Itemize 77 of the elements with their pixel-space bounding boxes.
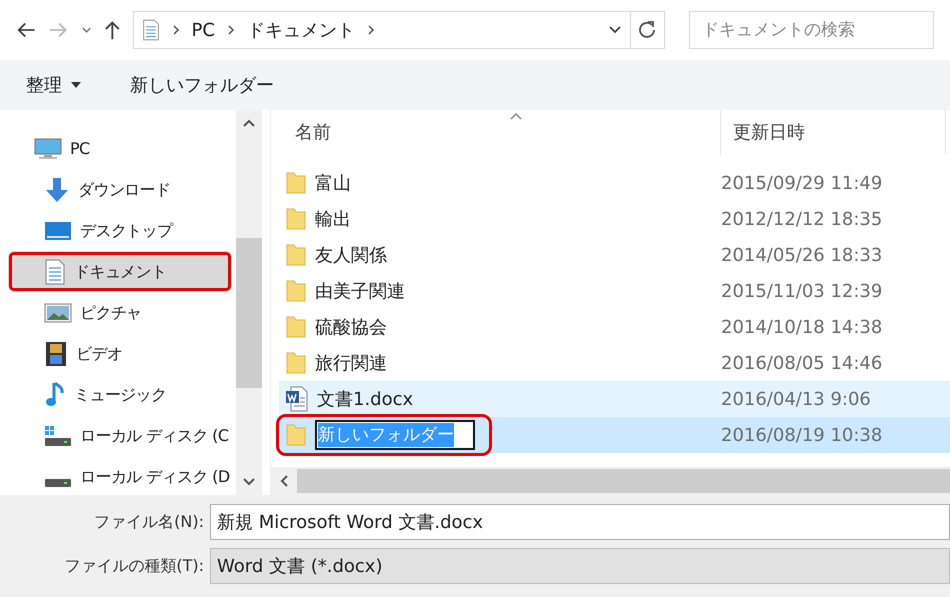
search-field[interactable]: ドキュメントの検索 bbox=[688, 11, 934, 49]
column-header[interactable]: 名前 bbox=[271, 110, 721, 155]
chevron-down-icon[interactable] bbox=[80, 26, 92, 34]
nav-item[interactable]: ドキュメント bbox=[8, 251, 232, 292]
new-folder-button[interactable]: 新しいフォルダー bbox=[130, 72, 274, 98]
chevron-right-icon[interactable] bbox=[226, 24, 235, 36]
landscape-icon bbox=[44, 302, 72, 324]
nav-item[interactable]: デスクトップ bbox=[0, 210, 236, 251]
file-row[interactable]: 友人関係 2014/05/26 18:33 bbox=[279, 237, 950, 273]
file-name-field[interactable]: 新規 Microsoft Word 文書.docx bbox=[210, 504, 950, 540]
drive-icon bbox=[44, 424, 72, 446]
word-document-icon bbox=[285, 386, 309, 412]
folder-icon bbox=[285, 423, 307, 447]
chevron-up-icon bbox=[242, 118, 256, 128]
file-type-dropdown[interactable]: Word 文書 (*.docx) bbox=[210, 548, 950, 584]
file-row[interactable]: 硫酸協会 2014/10/18 14:38 bbox=[279, 309, 950, 345]
folder-icon bbox=[285, 171, 307, 195]
modified-date: 2016/04/13 9:06 bbox=[721, 388, 871, 412]
file-name: 硫酸協会 bbox=[315, 316, 387, 340]
file-row[interactable]: 新しいフォルダー 2016/08/19 10:38 bbox=[279, 417, 950, 453]
chevron-down-icon[interactable] bbox=[608, 25, 622, 35]
organize-button[interactable]: 整理 bbox=[26, 72, 82, 98]
modified-date: 2012/12/12 18:35 bbox=[721, 208, 882, 232]
folder-icon bbox=[285, 279, 307, 303]
back-arrow-icon[interactable] bbox=[16, 21, 36, 39]
up-arrow-icon[interactable] bbox=[104, 19, 121, 41]
document-icon bbox=[44, 258, 66, 284]
nav-item[interactable]: ビデオ bbox=[0, 333, 236, 374]
file-row[interactable]: 由美子関連 2015/11/03 12:39 bbox=[279, 273, 950, 309]
nav-item[interactable]: ローカル ディスク (C bbox=[0, 415, 236, 456]
desktop-icon bbox=[44, 220, 72, 242]
column-header[interactable]: 更新日時 bbox=[721, 110, 946, 155]
drive-icon bbox=[44, 478, 72, 488]
file-name: 文書1.docx bbox=[317, 388, 414, 412]
field-label: ファイルの種類(T): bbox=[63, 555, 205, 577]
file-row[interactable]: 富山 2015/09/29 11:49 bbox=[279, 165, 950, 201]
chevron-right-icon[interactable] bbox=[366, 24, 375, 36]
modified-date: 2014/10/18 14:38 bbox=[721, 316, 882, 340]
folder-icon bbox=[285, 243, 307, 267]
file-name: 旅行関連 bbox=[315, 352, 387, 376]
modified-date: 2014/05/26 18:33 bbox=[721, 244, 882, 268]
modified-date: 2016/08/05 14:46 bbox=[721, 352, 882, 376]
nav-item[interactable]: ピクチャ bbox=[0, 292, 236, 333]
file-row[interactable]: 文書1.docx 2016/04/13 9:06 bbox=[279, 381, 950, 417]
nav-item[interactable]: ダウンロード bbox=[0, 169, 236, 210]
monitor-icon bbox=[34, 136, 62, 160]
document-icon bbox=[142, 18, 160, 42]
field-label: ファイル名(N): bbox=[93, 511, 205, 533]
file-name: 由美子関連 bbox=[315, 280, 405, 304]
scrollbar-thumb[interactable] bbox=[236, 238, 262, 388]
folder-icon bbox=[285, 351, 307, 375]
breadcrumb[interactable]: ドキュメント bbox=[246, 16, 355, 44]
scrollbar-thumb[interactable] bbox=[297, 469, 950, 493]
breadcrumb[interactable]: PC bbox=[192, 16, 215, 44]
chevron-left-icon[interactable] bbox=[279, 474, 289, 488]
file-row[interactable]: 輸出 2012/12/12 18:35 bbox=[279, 201, 950, 237]
caret-icon bbox=[70, 81, 82, 89]
address-bar[interactable]: PC ドキュメント bbox=[132, 11, 665, 49]
nav-item[interactable]: PC bbox=[0, 128, 236, 169]
music-note-icon bbox=[44, 380, 66, 408]
folder-icon bbox=[285, 207, 307, 231]
file-name: 友人関係 bbox=[315, 244, 387, 268]
chevron-down-icon bbox=[242, 477, 256, 487]
chevron-right-icon[interactable] bbox=[172, 24, 180, 36]
down-arrow-icon bbox=[44, 176, 70, 202]
modified-date: 2016/08/19 10:38 bbox=[721, 424, 882, 448]
nav-item[interactable]: ミュージック bbox=[0, 374, 236, 415]
modified-date: 2015/11/03 12:39 bbox=[721, 280, 882, 304]
scrollbar[interactable] bbox=[236, 110, 262, 495]
film-icon bbox=[44, 340, 68, 366]
file-name: 輸出 bbox=[315, 208, 351, 232]
file-row[interactable]: 旅行関連 2016/08/05 14:46 bbox=[279, 345, 950, 381]
file-name: 富山 bbox=[315, 172, 351, 196]
nav-item[interactable]: ローカル ディスク (D bbox=[0, 456, 236, 495]
modified-date: 2015/09/29 11:49 bbox=[721, 172, 882, 196]
refresh-icon bbox=[638, 21, 656, 39]
folder-icon bbox=[285, 315, 307, 339]
